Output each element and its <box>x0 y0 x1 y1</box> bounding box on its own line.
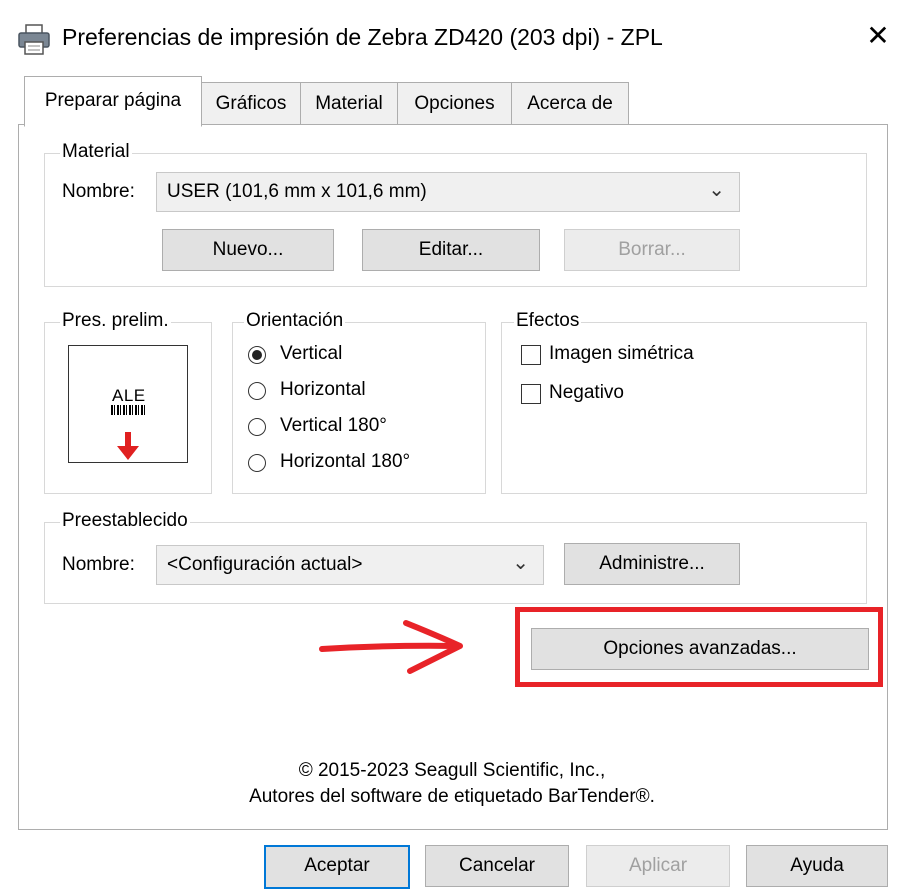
apply-button[interactable]: Aplicar <box>586 845 730 887</box>
copyright-line-2: Autores del software de etiquetado BarTe… <box>249 786 655 807</box>
printer-icon <box>16 22 52 58</box>
chevron-down-icon: ⌄ <box>512 550 529 574</box>
radio-vertical-label: Vertical <box>280 343 343 364</box>
material-legend: Material <box>60 141 132 163</box>
tab-opciones[interactable]: Opciones <box>397 82 512 125</box>
tab-acerca-de[interactable]: Acerca de <box>511 82 629 125</box>
tab-graficos[interactable]: Gráficos <box>201 82 301 125</box>
tab-preparar-pagina[interactable]: Preparar página <box>24 76 202 127</box>
highlight-box <box>515 607 883 687</box>
barcode-icon <box>111 405 145 415</box>
preset-name-label: Nombre: <box>62 554 135 575</box>
material-name-label: Nombre: <box>62 181 135 202</box>
feed-direction-arrow-icon <box>113 432 143 462</box>
tab-material[interactable]: Material <box>300 82 398 125</box>
radio-horizontal-label: Horizontal <box>280 379 366 400</box>
chevron-down-icon: ⌄ <box>708 177 725 201</box>
manage-button[interactable]: Administre... <box>564 543 740 585</box>
close-icon[interactable]: ✕ <box>860 18 896 54</box>
copyright-line-1: © 2015-2023 Seagull Scientific, Inc., <box>298 760 606 781</box>
radio-vertical-180[interactable] <box>248 418 266 436</box>
preview-legend: Pres. prelim. <box>60 310 171 332</box>
help-button[interactable]: Ayuda <box>746 845 888 887</box>
radio-vertical-180-label: Vertical 180° <box>280 415 387 436</box>
delete-button[interactable]: Borrar... <box>564 229 740 271</box>
radio-vertical[interactable] <box>248 346 266 364</box>
new-button[interactable]: Nuevo... <box>162 229 334 271</box>
preset-selected-value: <Configuración actual> <box>167 554 363 575</box>
mirror-image-label: Imagen simétrica <box>549 343 694 364</box>
window-title: Preferencias de impresión de Zebra ZD420… <box>62 24 663 50</box>
material-selected-value: USER (101,6 mm x 101,6 mm) <box>167 181 427 202</box>
cancel-button[interactable]: Cancelar <box>425 845 569 887</box>
negative-checkbox[interactable] <box>521 384 541 404</box>
ok-button[interactable]: Aceptar <box>264 845 410 889</box>
preset-legend: Preestablecido <box>60 510 190 532</box>
material-name-select[interactable]: USER (101,6 mm x 101,6 mm) ⌄ <box>156 172 740 212</box>
mirror-image-checkbox[interactable] <box>521 345 541 365</box>
pointer-arrow-icon <box>318 615 468 675</box>
radio-horizontal-180[interactable] <box>248 454 266 472</box>
preview-sample-text: ALE <box>112 386 146 405</box>
preset-name-select[interactable]: <Configuración actual> ⌄ <box>156 545 544 585</box>
orientation-legend: Orientación <box>244 310 346 332</box>
negative-label: Negativo <box>549 382 624 403</box>
radio-horizontal[interactable] <box>248 382 266 400</box>
effects-legend: Efectos <box>514 310 582 332</box>
edit-button[interactable]: Editar... <box>362 229 540 271</box>
radio-horizontal-180-label: Horizontal 180° <box>280 451 411 472</box>
